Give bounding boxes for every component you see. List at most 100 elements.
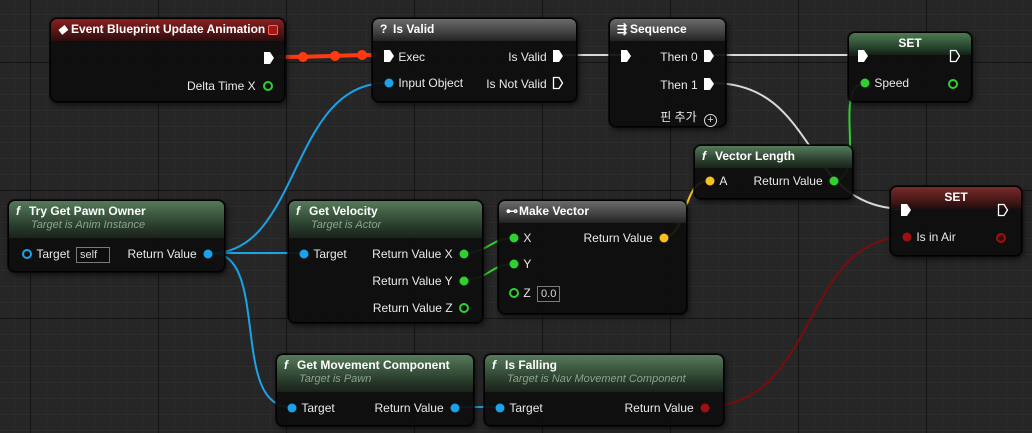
pawn-return-pin[interactable]	[202, 248, 214, 260]
exec-wire-bubble	[298, 52, 308, 62]
velocity-z-pin[interactable]	[458, 302, 470, 314]
vector-length-a-pin[interactable]	[704, 175, 716, 187]
event-node-header[interactable]: ◆ Event Blueprint Update Animation	[51, 19, 284, 41]
sequence-title: Sequence	[630, 22, 687, 36]
exec-wire-bubble	[357, 50, 367, 60]
get-velocity-node[interactable]: f Get Velocity Target is Actor Target Re…	[288, 200, 483, 323]
set-in-air-node[interactable]: SET Is in Air	[890, 186, 1022, 256]
try-get-pawn-owner-header[interactable]: f Try Get Pawn Owner Target is Anim Inst…	[9, 201, 224, 238]
make-vector-y-label: Y	[523, 257, 532, 271]
vector-length-return-pin[interactable]	[828, 175, 840, 187]
then1-row: Then 1	[660, 77, 715, 92]
delta-time-pin-row: Delta Time X	[187, 79, 274, 93]
set-in-air-title: SET	[944, 190, 968, 204]
exec-in-row: Exec	[383, 49, 425, 64]
vector-length-node[interactable]: f Vector Length A Return Value	[694, 145, 853, 199]
make-vector-icon: ⊷	[506, 204, 518, 218]
velocity-x-label: Return Value X	[372, 247, 453, 261]
get-movement-component-node[interactable]: f Get Movement Component Target is Pawn …	[276, 354, 474, 426]
movement-return-pin[interactable]	[449, 402, 461, 414]
vector-length-title: Vector Length	[715, 149, 796, 163]
bool-wire-falling-to-inair	[703, 236, 908, 408]
is-in-air-out-pin[interactable]	[995, 232, 1007, 244]
is-falling-return-pin[interactable]	[699, 402, 711, 414]
vector-length-return-row: Return Value	[754, 174, 841, 188]
velocity-y-pin[interactable]	[458, 275, 470, 287]
function-icon: f	[296, 204, 300, 218]
try-get-pawn-owner-title: Try Get Pawn Owner	[29, 204, 146, 218]
make-vector-x-label: X	[523, 231, 532, 245]
get-velocity-title: Get Velocity	[309, 204, 378, 218]
velocity-target-pin[interactable]	[298, 248, 310, 260]
try-get-pawn-owner-node[interactable]: f Try Get Pawn Owner Target is Anim Inst…	[8, 200, 225, 272]
sequence-exec-in-pin[interactable]	[620, 49, 632, 63]
speed-in-row: Speed	[859, 76, 909, 90]
make-vector-y-row: Y	[508, 257, 531, 271]
get-movement-component-header[interactable]: f Get Movement Component Target is Pawn	[277, 355, 473, 392]
is-falling-target-pin[interactable]	[494, 402, 506, 414]
velocity-x-pin[interactable]	[458, 248, 470, 260]
try-get-pawn-owner-subtitle: Target is Anim Instance	[31, 219, 146, 231]
function-icon: f	[16, 204, 20, 218]
sequence-node[interactable]: ⇶ Sequence Then 0 Then 1 핀 추가 +	[609, 18, 726, 127]
then0-row: Then 0	[660, 49, 715, 64]
set-speed-node[interactable]: SET Speed	[848, 32, 972, 102]
is-valid-header[interactable]: ? Is Valid	[373, 19, 576, 41]
is-falling-return-row: Return Value	[625, 401, 712, 415]
speed-label: Speed	[874, 76, 910, 90]
input-object-label: Input Object	[398, 76, 464, 90]
vector-length-a-label: A	[719, 174, 728, 188]
make-vector-z-row: Z 0.0	[508, 286, 561, 302]
velocity-target-label: Target	[313, 247, 347, 261]
then1-pin[interactable]	[703, 77, 715, 91]
is-falling-target-label: Target	[509, 401, 543, 415]
speed-out-pin[interactable]	[947, 78, 959, 90]
is-falling-return-label: Return Value	[624, 401, 694, 415]
movement-target-label: Target	[301, 401, 335, 415]
input-object-pin[interactable]	[383, 77, 395, 89]
make-vector-header[interactable]: ⊷ Make Vector	[499, 201, 686, 223]
is-falling-node[interactable]: f Is Falling Target is Nav Movement Comp…	[484, 354, 724, 426]
delta-time-pin[interactable]	[262, 80, 274, 92]
movement-target-pin[interactable]	[286, 402, 298, 414]
set-speed-title: SET	[898, 36, 922, 50]
is-not-valid-out-row: Is Not Valid	[486, 76, 564, 91]
is-valid-node[interactable]: ? Is Valid Exec Is Valid Input Object Is…	[372, 18, 577, 102]
get-velocity-header[interactable]: f Get Velocity Target is Actor	[289, 201, 482, 238]
make-vector-z-pin[interactable]	[508, 287, 520, 299]
then0-pin[interactable]	[703, 49, 715, 63]
set-speed-exec-in-pin[interactable]	[857, 49, 869, 63]
get-velocity-subtitle: Target is Actor	[311, 219, 382, 231]
vector-length-header[interactable]: f Vector Length	[695, 146, 852, 168]
is-falling-subtitle: Target is Nav Movement Component	[507, 373, 686, 385]
make-vector-return-row: Return Value	[584, 231, 671, 245]
event-update-animation-node[interactable]: ◆ Event Blueprint Update Animation Delta…	[50, 18, 285, 102]
set-speed-exec-out-pin[interactable]	[949, 49, 961, 63]
speed-in-pin[interactable]	[859, 77, 871, 89]
pawn-target-pin[interactable]	[21, 248, 33, 260]
delta-time-label: Delta Time X	[186, 79, 256, 93]
is-valid-out-label: Is Valid	[508, 50, 547, 64]
make-vector-x-pin[interactable]	[508, 232, 520, 244]
make-vector-y-pin[interactable]	[508, 258, 520, 270]
make-vector-z-label: Z	[523, 286, 531, 300]
pawn-target-value-field[interactable]: self	[76, 247, 111, 263]
exec-out-pin[interactable]	[263, 51, 275, 65]
is-not-valid-out-pin[interactable]	[552, 76, 564, 90]
make-vector-return-pin[interactable]	[658, 232, 670, 244]
velocity-z-label: Return Value Z	[372, 301, 453, 315]
function-icon: f	[702, 149, 706, 163]
exec-in-pin[interactable]	[383, 49, 395, 63]
is-in-air-in-pin[interactable]	[901, 231, 913, 243]
is-falling-header[interactable]: f Is Falling Target is Nav Movement Comp…	[485, 355, 723, 392]
make-vector-z-field[interactable]: 0.0	[537, 286, 561, 302]
add-pin-button[interactable]: 핀 추가 +	[660, 108, 717, 127]
is-valid-out-pin[interactable]	[552, 49, 564, 63]
sequence-header[interactable]: ⇶ Sequence	[610, 19, 725, 41]
set-in-air-exec-out-pin[interactable]	[997, 203, 1009, 217]
velocity-y-label: Return Value Y	[372, 274, 453, 288]
event-close-icon	[268, 25, 278, 35]
make-vector-node[interactable]: ⊷ Make Vector X Return Value Y Z 0.0	[498, 200, 687, 314]
set-in-air-exec-in-pin[interactable]	[900, 203, 912, 217]
make-vector-title: Make Vector	[519, 204, 590, 218]
